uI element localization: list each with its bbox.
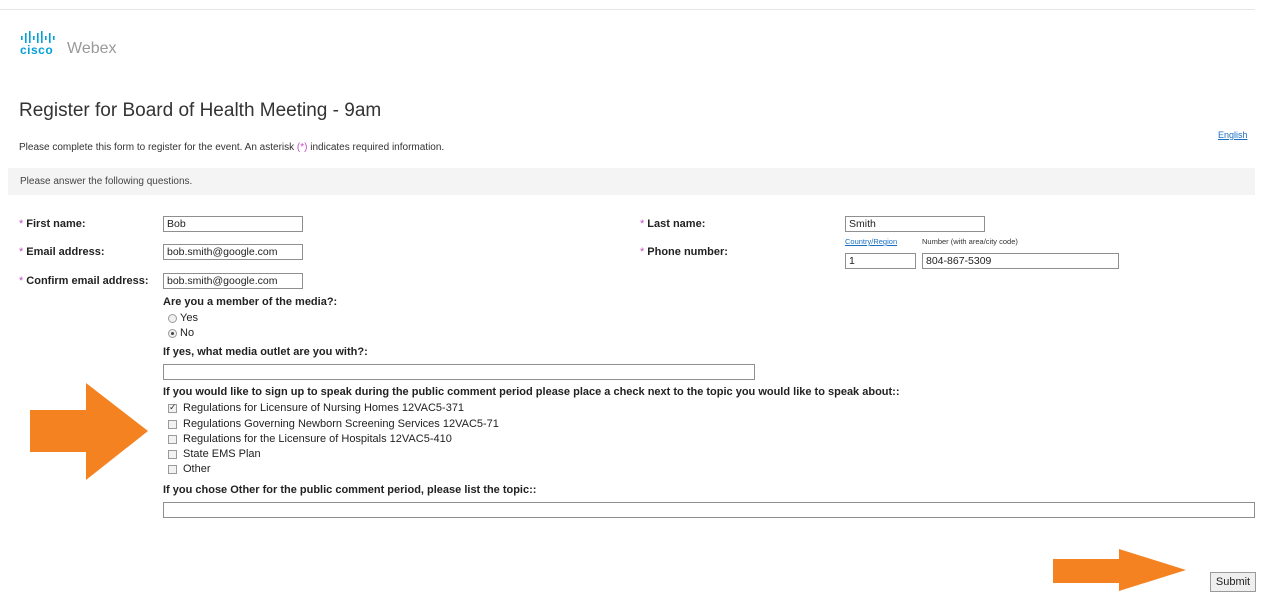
- media-question: Are you a member of the media?:: [163, 296, 338, 308]
- country-region-link[interactable]: Country/Region: [845, 237, 897, 246]
- media-outlet-input[interactable]: [163, 364, 755, 380]
- arrow-right-icon: [1053, 549, 1186, 591]
- page-title: Register for Board of Health Meeting - 9…: [19, 100, 382, 121]
- media-yes-label: Yes: [180, 312, 198, 324]
- language-link[interactable]: English: [1218, 130, 1248, 140]
- topic-label-hospitals: Regulations for the Licensure of Hospita…: [183, 433, 452, 445]
- topic-checkbox-newborn-screening[interactable]: [168, 420, 177, 429]
- last-name-label: * Last name:: [640, 218, 706, 230]
- email-input[interactable]: bob.smith@google.com: [163, 244, 303, 260]
- number-note: Number (with area/city code): [922, 237, 1018, 246]
- first-name-input[interactable]: Bob: [163, 216, 303, 232]
- webex-wordmark: Webex: [67, 40, 117, 57]
- phone-label: * Phone number:: [640, 246, 728, 258]
- cisco-webex-logo: cisco Webex: [20, 31, 117, 57]
- intro-text-before: Please complete this form to register fo…: [19, 142, 297, 153]
- topic-label-ems-plan: State EMS Plan: [183, 448, 261, 460]
- questions-header: Please answer the following questions.: [20, 176, 193, 187]
- topic-label-nursing-homes: Regulations for Licensure of Nursing Hom…: [183, 402, 465, 414]
- topic-checkbox-hospitals[interactable]: [168, 435, 177, 444]
- intro-asterisk: (*): [296, 142, 308, 153]
- cisco-wordmark: cisco: [20, 43, 54, 57]
- submit-button[interactable]: Submit: [1210, 572, 1256, 592]
- phone-number-input[interactable]: 804-867-5309: [922, 253, 1119, 269]
- email-label: * Email address:: [19, 246, 105, 258]
- cisco-bars-icon: [21, 31, 55, 43]
- intro-text-after: indicates required information.: [307, 142, 445, 153]
- topic-checkbox-ems-plan[interactable]: [168, 450, 177, 459]
- outlet-question: If yes, what media outlet are you with?:: [163, 346, 368, 358]
- speak-question: If you would like to sign up to speak du…: [163, 386, 900, 398]
- confirm-email-label: * Confirm email address:: [19, 275, 149, 287]
- topic-checkbox-other[interactable]: [168, 465, 177, 474]
- confirm-email-input[interactable]: bob.smith@google.com: [163, 273, 303, 289]
- media-yes-radio[interactable]: [168, 314, 177, 323]
- country-code-input[interactable]: 1: [845, 253, 916, 269]
- questions-header-bar: Please answer the following questions.: [8, 168, 1255, 195]
- media-no-radio[interactable]: [168, 329, 177, 338]
- last-name-input[interactable]: Smith: [845, 216, 985, 232]
- topic-label-newborn-screening: Regulations Governing Newborn Screening …: [183, 418, 499, 430]
- other-topic-input[interactable]: [163, 502, 1255, 518]
- topic-label-other: Other: [183, 463, 211, 475]
- media-no-label: No: [180, 327, 195, 339]
- other-topic-question: If you chose Other for the public commen…: [163, 484, 537, 496]
- topic-checkbox-nursing-homes[interactable]: [168, 402, 177, 413]
- intro-text: Please complete this form to register fo…: [19, 142, 444, 153]
- arrow-right-icon: [30, 383, 148, 480]
- top-divider: [0, 9, 1255, 10]
- first-name-label: * First name:: [19, 218, 86, 230]
